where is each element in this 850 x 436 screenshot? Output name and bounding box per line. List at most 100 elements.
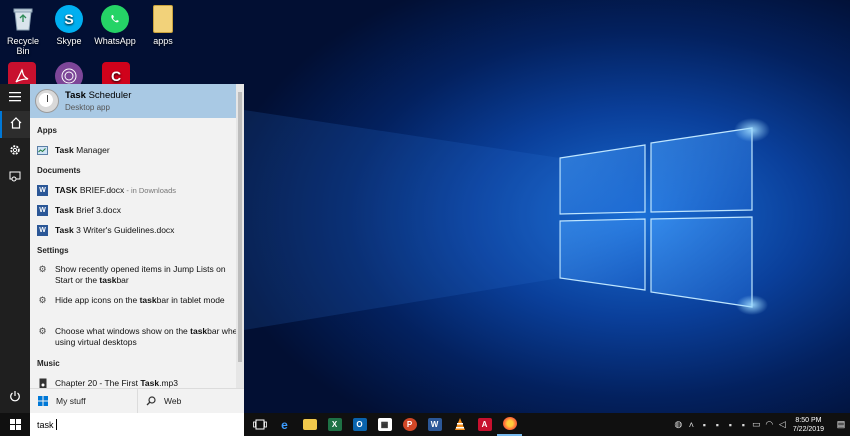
network-globe-icon[interactable]: ◍ (672, 419, 685, 430)
taskbar-firefox[interactable] (497, 413, 522, 436)
tray-app-icon[interactable]: ▪ (698, 420, 711, 430)
task-view-button[interactable] (247, 413, 272, 436)
result-setting-hide-app-icons[interactable]: ⚙ Hide app icons on the taskbar in table… (30, 291, 244, 322)
clock-icon (35, 89, 59, 113)
outlook-icon: O (352, 418, 367, 431)
vlc-cone-icon (454, 418, 466, 431)
notification-icon: ▤ (836, 419, 846, 429)
volume-icon[interactable]: ◁ (776, 419, 789, 430)
gear-icon: ⚙ (38, 295, 47, 305)
gear-icon: ⚙ (38, 326, 47, 336)
taskbar-clock[interactable]: 8:50 PM 7/22/2019 (789, 416, 832, 434)
best-match-task-scheduler[interactable]: Task Scheduler Desktop app (30, 84, 244, 118)
result-task-3-writers-guidelines[interactable]: W Task 3 Writer's Guidelines.docx (30, 220, 244, 240)
desktop-icon-whatsapp[interactable]: WhatsApp (92, 5, 138, 46)
taskbar-store[interactable]: ▦ (372, 413, 397, 436)
battery-icon[interactable]: ▭ (750, 419, 763, 430)
windows-logo-icon (38, 396, 48, 406)
tray-app-icon[interactable]: ▪ (724, 420, 737, 430)
result-label: Task 3 Writer's Guidelines.docx (55, 225, 175, 235)
hamburger-icon (9, 89, 21, 107)
excel-icon: X (327, 418, 342, 431)
search-query-text: task (37, 419, 54, 430)
filter-label: My stuff (56, 396, 86, 406)
taskbar-file-explorer[interactable] (297, 413, 322, 436)
desktop-icon-recycle-bin[interactable]: Recycle Bin (0, 5, 46, 56)
taskbar-excel[interactable]: X (322, 413, 347, 436)
recycle-bin-icon (9, 5, 37, 33)
wifi-icon[interactable]: ◠ (763, 419, 776, 430)
edge-icon: e (281, 417, 288, 432)
results-scrollbar[interactable] (236, 84, 244, 388)
result-setting-virtual-desktops[interactable]: ⚙ Choose what windows show on the taskba… (30, 322, 244, 353)
gear-icon (9, 143, 21, 161)
section-header-apps: Apps (37, 125, 57, 135)
home-icon (10, 116, 22, 134)
start-button[interactable] (0, 413, 30, 436)
power-button[interactable] (0, 384, 30, 411)
result-label: Task Brief 3.docx (55, 205, 121, 215)
word-icon: W (427, 418, 442, 431)
section-header-documents: Documents (37, 165, 81, 175)
desktop-icon-skype[interactable]: S Skype (46, 5, 92, 46)
search-icon (146, 396, 156, 406)
folder-icon (153, 5, 173, 33)
result-label: Hide app icons on the taskbar in tablet … (55, 295, 225, 305)
result-label: Show recently opened items in Jump Lists… (55, 264, 226, 285)
taskbar-vlc[interactable] (447, 413, 472, 436)
scrollbar-thumb[interactable] (238, 92, 242, 362)
filter-my-stuff-button[interactable]: My stuff (30, 389, 137, 413)
filter-web-button[interactable]: Web (137, 389, 244, 413)
store-bag-icon: ▦ (377, 418, 392, 431)
skype-icon: S (55, 5, 83, 33)
taskbar-word[interactable]: W (422, 413, 447, 436)
search-filter-bar: My stuff Web (30, 388, 244, 413)
person-feedback-icon (9, 170, 21, 188)
result-task-brief-docx[interactable]: W TASK BRIEF.docx - in Downloads (30, 180, 244, 200)
filter-label: Web (164, 396, 182, 406)
feedback-button[interactable] (0, 165, 30, 192)
start-rail (0, 84, 30, 413)
acrobat-icon: A (477, 418, 492, 431)
word-document-icon: W (37, 204, 48, 216)
section-header-settings: Settings (37, 245, 69, 255)
chevron-up-icon[interactable]: ˄ (685, 420, 698, 430)
action-center-button[interactable]: ▤ (832, 413, 850, 436)
taskbar-edge[interactable]: e (272, 413, 297, 436)
best-match-title: Task Scheduler (65, 90, 132, 101)
settings-button[interactable] (0, 138, 30, 165)
word-document-icon: W (37, 184, 48, 196)
taskbar-powerpoint[interactable]: P (397, 413, 422, 436)
section-header-music: Music (37, 358, 60, 368)
windows-logo-icon (9, 419, 21, 430)
power-icon (9, 389, 21, 407)
desktop-icon-apps[interactable]: apps (140, 5, 186, 46)
task-manager-icon (37, 145, 48, 156)
clock-date: 7/22/2019 (792, 425, 824, 433)
home-button[interactable] (0, 111, 30, 138)
search-results-pane: Task Scheduler Desktop app Apps Task Man… (30, 84, 244, 388)
taskbar-search-input[interactable]: task (30, 413, 244, 436)
word-document-icon: W (37, 224, 48, 236)
desktop-icon-label: Recycle Bin (6, 36, 39, 56)
system-tray: ◍ ˄ ▪ ▪ ▪ ▪ ▭ ◠ ◁ 8:50 PM 7/22/2019 ▤ (672, 413, 850, 436)
result-label: Chapter 20 - The First Task.mp3 (55, 378, 179, 388)
hamburger-menu-button[interactable] (0, 84, 30, 111)
tray-app-icon[interactable]: ▪ (711, 420, 724, 430)
best-match-subtitle: Desktop app (65, 103, 110, 112)
powerpoint-icon: P (402, 418, 417, 431)
taskbar: task e X O ▦ P W A ◍ ˄ ▪ ▪ ▪ ▪ ▭ ◠ ◁ 8:5… (0, 413, 850, 436)
folder-icon (302, 419, 317, 430)
result-setting-jump-lists[interactable]: ⚙ Show recently opened items in Jump Lis… (30, 260, 244, 291)
whatsapp-icon (101, 5, 129, 33)
tray-app-icon[interactable]: ▪ (737, 420, 750, 430)
result-task-manager[interactable]: Task Manager (30, 140, 244, 160)
task-view-icon (252, 419, 267, 430)
taskbar-outlook[interactable]: O (347, 413, 372, 436)
clock-time: 8:50 PM (795, 416, 822, 424)
taskbar-acrobat[interactable]: A (472, 413, 497, 436)
result-task-brief-3-docx[interactable]: W Task Brief 3.docx (30, 200, 244, 220)
result-chapter-20-mp3[interactable]: Chapter 20 - The First Task.mp3 (30, 373, 244, 388)
desktop-icon-label: Skype (56, 36, 82, 46)
desktop-icon-label: apps (153, 36, 173, 46)
